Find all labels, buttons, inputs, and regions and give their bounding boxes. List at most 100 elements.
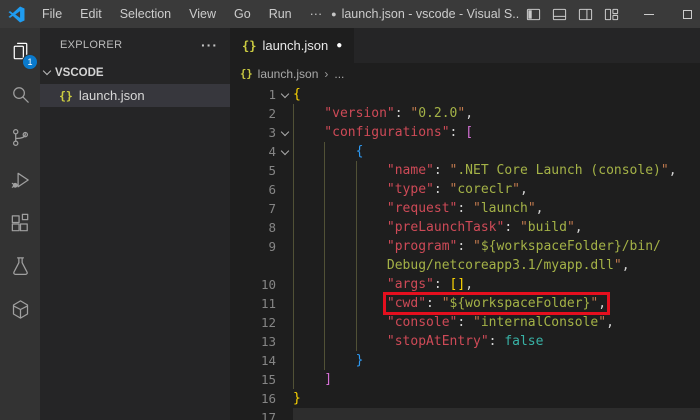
code-line-content[interactable]: "configurations": [ xyxy=(293,123,700,142)
code-row[interactable]: 1{ xyxy=(230,85,700,104)
tab-launch-json[interactable]: {} launch.json ● xyxy=(230,28,354,63)
breadcrumb-file[interactable]: launch.json xyxy=(258,67,319,81)
activity-bar: 1 xyxy=(0,28,40,420)
line-number: 10 xyxy=(230,275,276,294)
menu-run[interactable]: Run xyxy=(260,0,301,28)
menu-selection[interactable]: Selection xyxy=(111,0,180,28)
code-line-content[interactable]: } xyxy=(293,389,700,408)
activity-source-control[interactable] xyxy=(0,116,40,159)
annotation-highlight-box: "cwd": "${workspaceFolder}", xyxy=(387,296,606,311)
section-label: VSCODE xyxy=(55,67,104,79)
code-row[interactable]: 3"configurations": [ xyxy=(230,123,700,142)
breadcrumb-more[interactable]: ... xyxy=(334,67,344,81)
code-line-content[interactable]: "preLaunchTask": "build", xyxy=(293,218,700,237)
fold-chevron-down-icon[interactable] xyxy=(276,85,293,104)
code-row[interactable]: 7"request": "launch", xyxy=(230,199,700,218)
menu-bar: FileEditSelectionViewGoRun··· xyxy=(33,0,331,28)
sidebar-item-launch-json[interactable]: {} launch.json xyxy=(40,84,230,107)
dirty-dot-icon[interactable]: ● xyxy=(336,40,342,51)
hexagon-icon xyxy=(9,298,32,321)
code-line-content[interactable]: "console": "internalConsole", xyxy=(293,313,700,332)
chevron-down-icon xyxy=(43,67,51,75)
code-row[interactable]: 12 "console": "internalConsole", xyxy=(230,313,700,332)
code-row[interactable]: 5"name": ".NET Core Launch (console)", xyxy=(230,161,700,180)
activity-extensions[interactable] xyxy=(0,202,40,245)
code-line-content[interactable]: { xyxy=(293,85,700,104)
sidebar-more-actions-icon[interactable]: ··· xyxy=(201,37,218,53)
fold-spacer xyxy=(276,256,293,275)
activity-search[interactable] xyxy=(0,73,40,116)
fold-spacer xyxy=(276,104,293,123)
code-line-content[interactable]: ] xyxy=(293,370,700,389)
badge: 1 xyxy=(23,55,37,69)
code-line-content[interactable]: "name": ".NET Core Launch (console)", xyxy=(293,161,700,180)
fold-spacer xyxy=(276,218,293,237)
line-number: 15 xyxy=(230,370,276,389)
fold-spacer xyxy=(276,351,293,370)
fold-spacer xyxy=(276,237,293,256)
vscode-window: FileEditSelectionViewGoRun··· ●launch.js… xyxy=(0,0,700,420)
code-line-content[interactable]: { xyxy=(293,142,700,161)
menu-file[interactable]: File xyxy=(33,0,71,28)
activity-run-debug[interactable] xyxy=(0,159,40,202)
code-row[interactable]: 8"preLaunchTask": "build", xyxy=(230,218,700,237)
code-line-content[interactable] xyxy=(293,408,700,420)
code-row[interactable]: 2 "version": "0.2.0", xyxy=(230,104,700,123)
line-number: 12 xyxy=(230,313,276,332)
json-file-icon: {} xyxy=(242,39,256,53)
json-file-icon: {} xyxy=(240,68,253,80)
fold-spacer xyxy=(276,294,293,313)
line-number: 9 xyxy=(230,237,276,256)
code-line-content[interactable]: } xyxy=(293,351,700,370)
fold-spacer xyxy=(276,275,293,294)
code-line-content[interactable]: "request": "launch", xyxy=(293,199,700,218)
code-row[interactable]: 6"type": "coreclr", xyxy=(230,180,700,199)
activity-testing[interactable] xyxy=(0,245,40,288)
vscode-logo-icon xyxy=(8,6,25,23)
code-row[interactable]: Debug/netcoreapp3.1/myapp.dll", xyxy=(230,256,700,275)
minimize-icon[interactable] xyxy=(636,0,662,28)
menu-go[interactable]: Go xyxy=(225,0,260,28)
menu-edit[interactable]: Edit xyxy=(71,0,111,28)
breadcrumb[interactable]: {} launch.json › ... xyxy=(230,63,700,85)
layout-panel-icon[interactable] xyxy=(546,0,572,28)
code-line-content[interactable]: "type": "coreclr", xyxy=(293,180,700,199)
activity-explorer[interactable]: 1 xyxy=(0,30,40,73)
menu-view[interactable]: View xyxy=(180,0,225,28)
tab-label: launch.json xyxy=(262,38,328,53)
code-row[interactable]: 9 "program": "${workspaceFolder}/bin/ xyxy=(230,237,700,256)
layout-sidebar-left-icon[interactable] xyxy=(520,0,546,28)
fold-spacer xyxy=(276,180,293,199)
fold-spacer xyxy=(276,408,293,420)
maximize-icon[interactable] xyxy=(674,0,700,28)
code-line-content[interactable]: "cwd": "${workspaceFolder}", xyxy=(293,294,700,313)
code-line-content[interactable]: "args": [], xyxy=(293,275,700,294)
play-bug-icon xyxy=(9,169,32,192)
code-row[interactable]: 14} xyxy=(230,351,700,370)
search-icon xyxy=(9,83,32,106)
code-line-content[interactable]: "stopAtEntry": false xyxy=(293,332,700,351)
git-branch-icon xyxy=(9,126,32,149)
code-row[interactable]: 4{ xyxy=(230,142,700,161)
code-row[interactable]: 13"stopAtEntry": false xyxy=(230,332,700,351)
code-row[interactable]: 17 xyxy=(230,408,700,420)
code-row[interactable]: 10 "args": [], xyxy=(230,275,700,294)
activity-hexagon-extension[interactable] xyxy=(0,288,40,331)
code-row[interactable]: 15] xyxy=(230,370,700,389)
title-bar: FileEditSelectionViewGoRun··· ●launch.js… xyxy=(0,0,700,28)
layout-customize-icon[interactable] xyxy=(598,0,624,28)
fold-chevron-down-icon[interactable] xyxy=(276,123,293,142)
code-line-content[interactable]: "version": "0.2.0", xyxy=(293,104,700,123)
line-number: 2 xyxy=(230,104,276,123)
code-line-content[interactable]: Debug/netcoreapp3.1/myapp.dll", xyxy=(293,256,700,275)
code-row[interactable]: 11"cwd": "${workspaceFolder}", xyxy=(230,294,700,313)
layout-sidebar-right-icon[interactable] xyxy=(572,0,598,28)
fold-chevron-down-icon[interactable] xyxy=(276,142,293,161)
sidebar-title: EXPLORER xyxy=(60,39,122,51)
menu-more[interactable]: ··· xyxy=(301,0,332,28)
code-editor[interactable]: 1{2"version": "0.2.0",3"configurations":… xyxy=(230,85,700,420)
code-line-content[interactable]: "program": "${workspaceFolder}/bin/ xyxy=(293,237,700,256)
line-number: 1 xyxy=(230,85,276,104)
sidebar-section-vscode[interactable]: VSCODE xyxy=(40,61,230,84)
code-row[interactable]: 16} xyxy=(230,389,700,408)
